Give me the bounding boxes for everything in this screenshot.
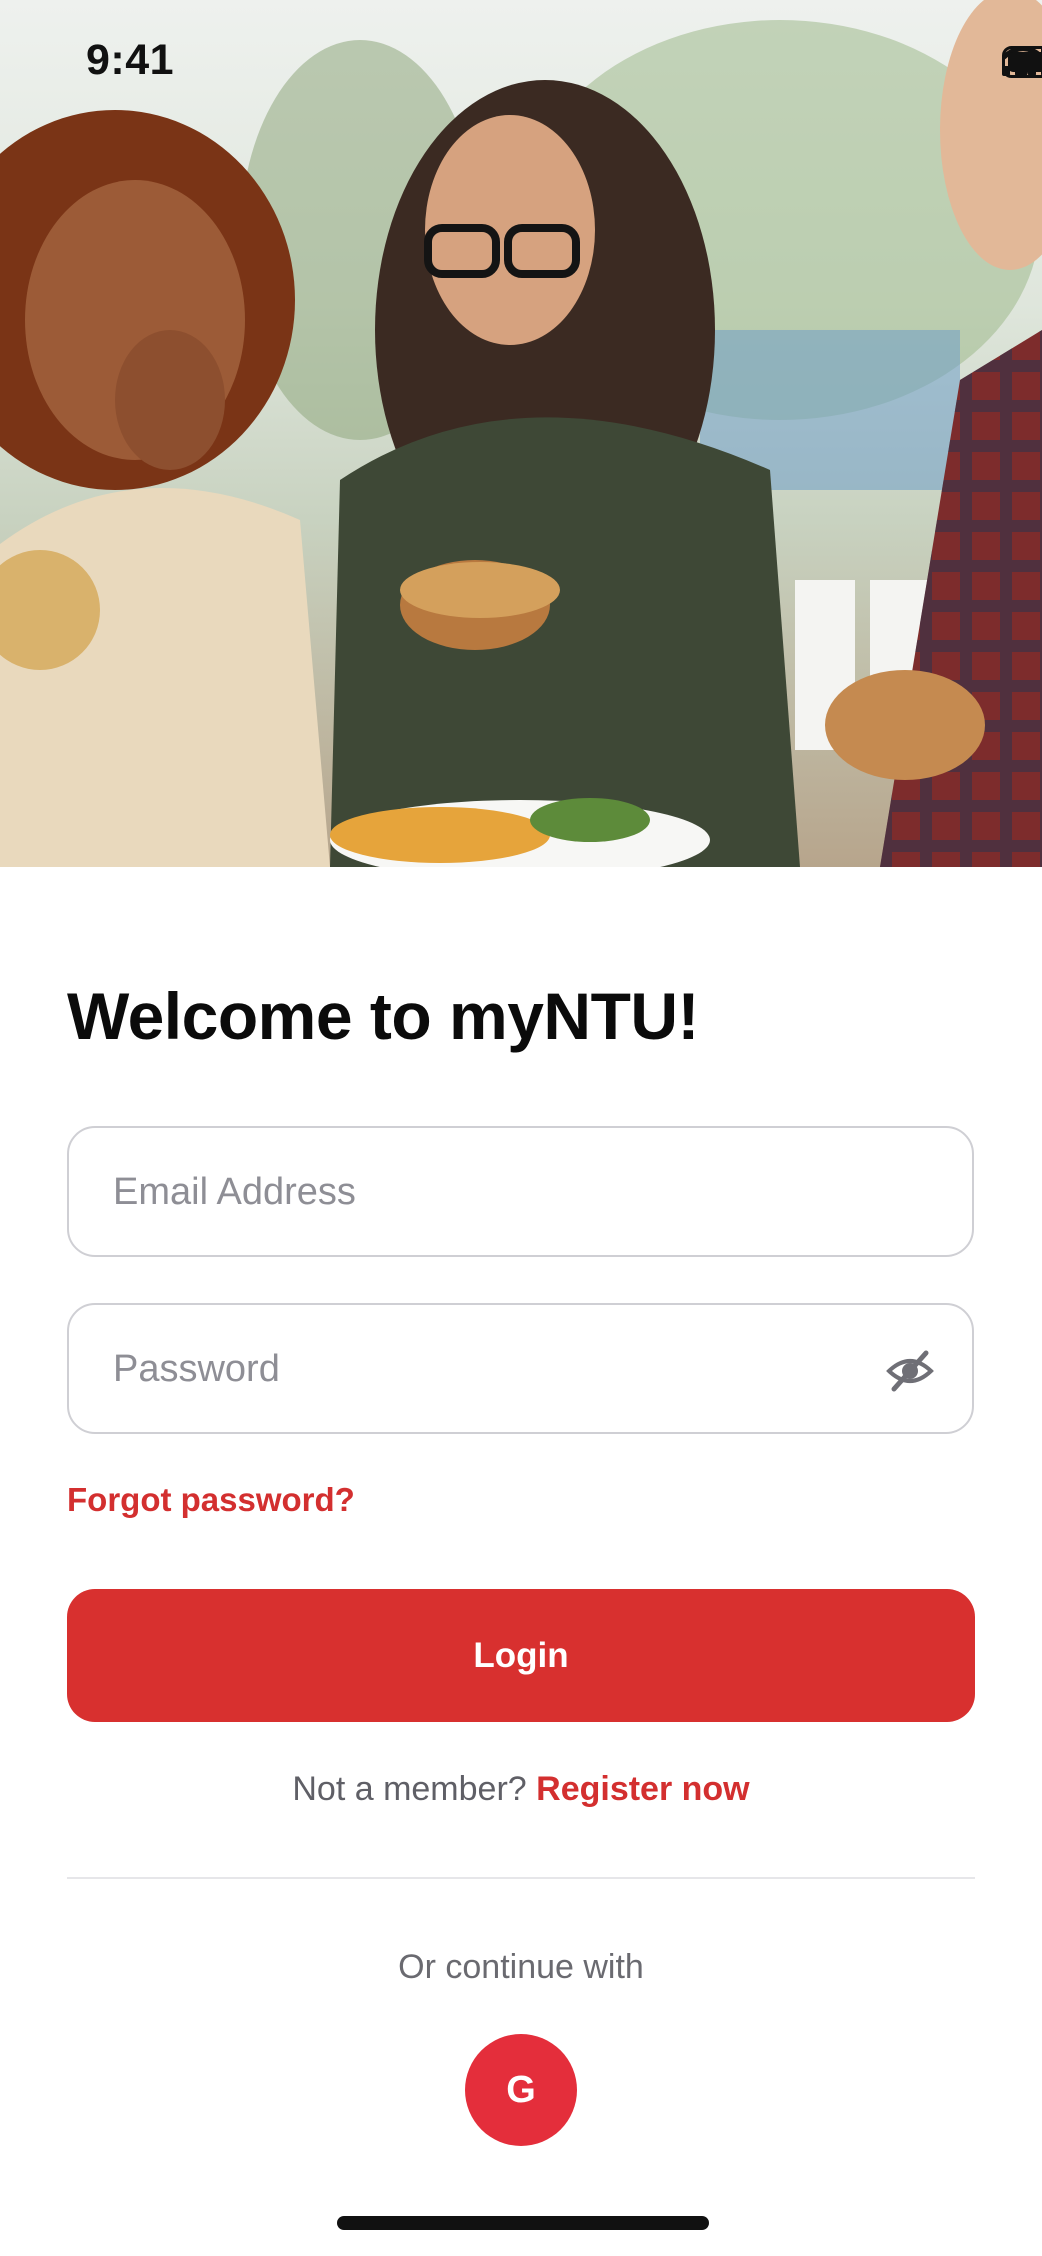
status-time: 9:41 [86, 36, 175, 84]
password-field[interactable] [67, 1303, 974, 1434]
email-field[interactable] [67, 1126, 974, 1257]
password-input[interactable] [111, 1305, 895, 1434]
hero-photo-illustration [0, 0, 1042, 867]
google-icon: G [506, 2068, 536, 2111]
status-bar: 9:41 [0, 0, 1042, 120]
forgot-password-link[interactable]: Forgot password? [67, 1481, 355, 1519]
continue-with-label: Or continue with [398, 1948, 644, 1986]
password-visibility-toggle[interactable] [886, 1349, 934, 1393]
email-input[interactable] [111, 1128, 895, 1257]
register-link[interactable]: Register now [536, 1770, 749, 1808]
register-prompt: Not a member? [292, 1770, 527, 1808]
battery-icon [1002, 46, 1042, 78]
register-row: Not a member? Register now [0, 1770, 1042, 1809]
hero-photo: 9:41 [0, 0, 1042, 867]
login-button[interactable]: Login [67, 1589, 975, 1722]
google-sign-in-button[interactable]: G [465, 2034, 577, 2146]
eye-slash-icon [886, 1350, 934, 1392]
home-indicator [337, 2216, 709, 2230]
divider [67, 1877, 975, 1879]
page-title: Welcome to myNTU! [67, 979, 700, 1053]
